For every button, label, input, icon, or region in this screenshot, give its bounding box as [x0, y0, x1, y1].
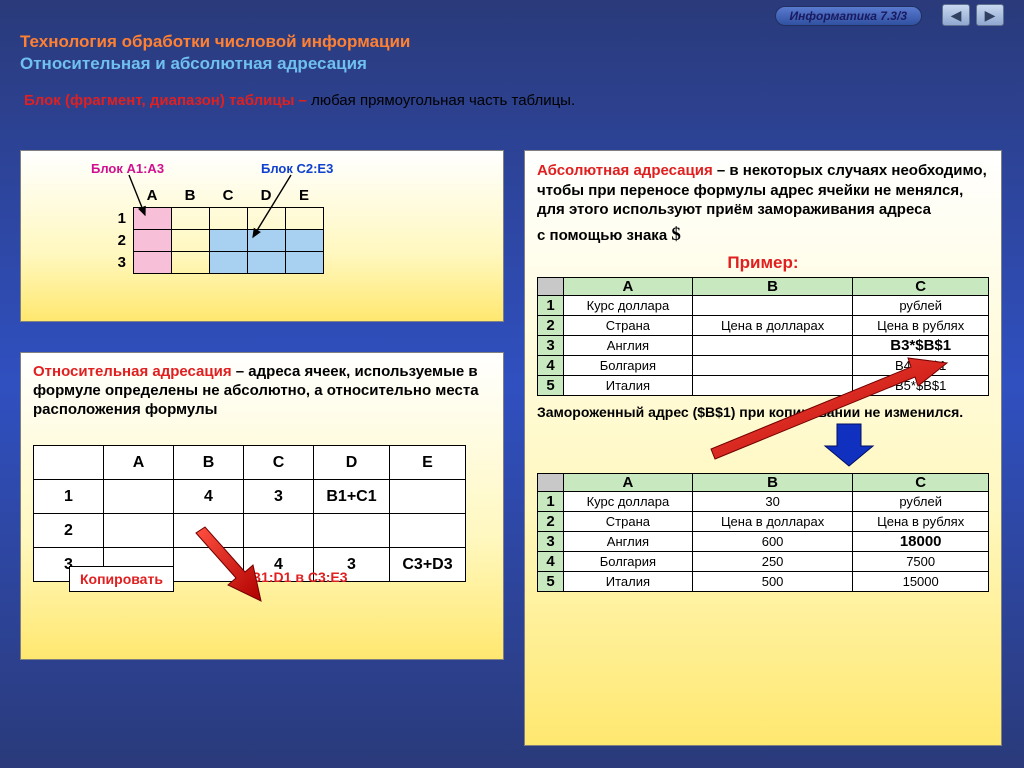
dollar-note: с помощью знака $ [537, 223, 989, 248]
copy-label: Копировать [69, 566, 174, 592]
title-line-2: Относительная и абсолютная адресация [20, 54, 410, 74]
formula-arrow-icon [525, 309, 1003, 479]
panel-block-ranges: Блок A1:A3 Блок C2:E3 ABCDE 1 2 3 [20, 150, 504, 322]
absolute-table-values: ABC 1Курс доллара30рублей 2СтранаЦена в … [537, 473, 989, 592]
page-title: Технология обработки числовой информации… [20, 32, 410, 74]
absolute-definition: Абсолютная адресация – в некоторых случа… [537, 161, 989, 220]
panel-relative-addressing: Относительная адресация – адреса ячеек, … [20, 352, 504, 660]
slide-badge: Информатика 7.3/3 [775, 6, 922, 26]
prev-button[interactable]: ◀ [942, 4, 970, 26]
next-button[interactable]: ▶ [976, 4, 1004, 26]
copy-range-text: B1:D1 в C3:E3 [251, 569, 348, 585]
title-line-1: Технология обработки числовой информации [20, 32, 410, 52]
relative-example-grid: ABCDE 143B1+C1 2 343C3+D3 [33, 445, 466, 582]
panel-absolute-addressing: Абсолютная адресация – в некоторых случа… [524, 150, 1002, 746]
block-definition: Блок (фрагмент, диапазон) таблицы – люба… [24, 92, 575, 109]
triangle-left-icon: ◀ [951, 7, 962, 24]
range-arrows-icon [21, 151, 505, 323]
relative-definition: Относительная адресация – адреса ячеек, … [33, 363, 491, 419]
triangle-right-icon: ▶ [985, 7, 996, 24]
example-heading: Пример: [537, 253, 989, 273]
